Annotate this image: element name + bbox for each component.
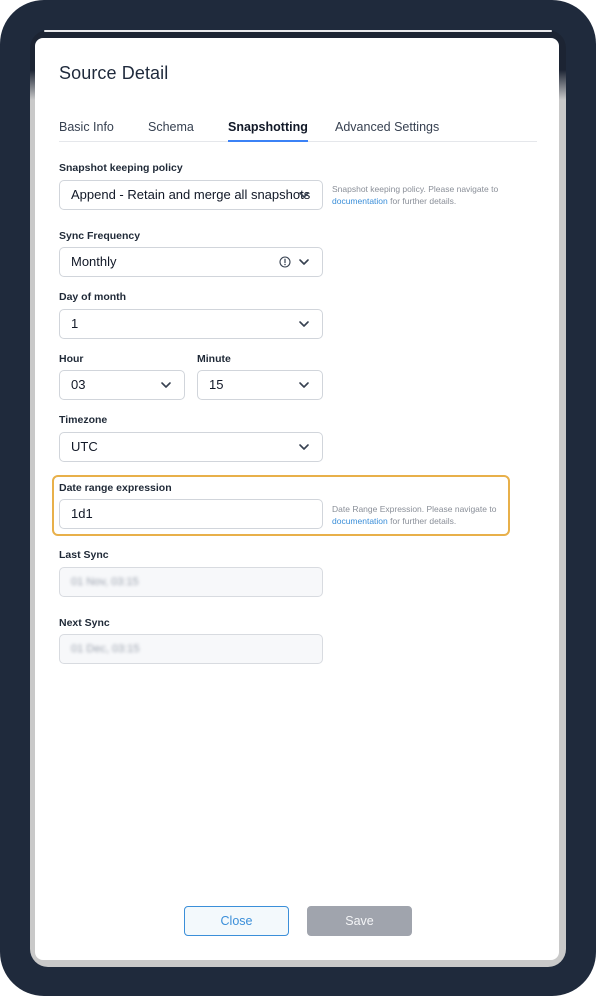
timezone-label: Timezone xyxy=(59,414,108,426)
snapshot-policy-help-suffix: for further details. xyxy=(387,196,457,206)
tab-snapshotting[interactable]: Snapshotting xyxy=(228,120,308,142)
next-sync-value: 01 Dec, 03:15 xyxy=(71,643,140,655)
sync-frequency-select[interactable]: Monthly xyxy=(59,247,323,277)
device-frame: Source Detail Basic Info Schema Snapshot… xyxy=(0,0,596,996)
close-button[interactable]: Close xyxy=(184,906,289,936)
backdrop-edge xyxy=(44,30,552,32)
minute-value: 15 xyxy=(209,377,224,392)
date-range-help-text: Date Range Expression. Please navigate t… xyxy=(332,504,497,514)
snapshot-policy-select[interactable]: Append - Retain and merge all snapshots xyxy=(59,180,323,210)
tab-bar: Basic Info Schema Snapshotting Advanced … xyxy=(59,120,537,142)
day-of-month-select[interactable]: 1 xyxy=(59,309,323,339)
tab-schema[interactable]: Schema xyxy=(148,120,194,140)
last-sync-field: 01 Nov, 03:15 xyxy=(59,567,323,597)
chevron-down-icon xyxy=(161,382,171,388)
next-sync-field: 01 Dec, 03:15 xyxy=(59,634,323,664)
minute-select[interactable]: 15 xyxy=(197,370,323,400)
snapshot-policy-help-text: Snapshot keeping policy. Please navigate… xyxy=(332,184,499,194)
chevron-down-icon xyxy=(299,444,309,450)
date-range-doc-link[interactable]: documentation xyxy=(332,516,388,526)
last-sync-label: Last Sync xyxy=(59,549,109,561)
snapshot-policy-help: Snapshot keeping policy. Please navigate… xyxy=(332,183,522,207)
snapshot-policy-value: Append - Retain and merge all snapshots xyxy=(71,187,311,202)
next-sync-label: Next Sync xyxy=(59,617,110,629)
sync-frequency-value: Monthly xyxy=(71,254,117,269)
chevron-down-icon xyxy=(299,259,309,265)
sync-frequency-label: Sync Frequency xyxy=(59,230,141,242)
modal-title: Source Detail xyxy=(59,63,169,83)
hour-select[interactable]: 03 xyxy=(59,370,185,400)
snapshot-policy-doc-link[interactable]: documentation xyxy=(332,196,388,206)
date-range-input[interactable]: 1d1 xyxy=(59,499,323,529)
chevron-down-icon xyxy=(299,321,309,327)
date-range-value: 1d1 xyxy=(71,506,93,521)
day-of-month-label: Day of month xyxy=(59,291,127,303)
last-sync-value: 01 Nov, 03:15 xyxy=(71,576,139,588)
timezone-value: UTC xyxy=(71,439,98,454)
chevron-down-icon xyxy=(299,382,309,388)
info-circle-icon[interactable] xyxy=(279,256,291,268)
day-of-month-value: 1 xyxy=(71,316,79,331)
chevron-down-icon xyxy=(299,192,309,198)
save-button[interactable]: Save xyxy=(307,906,412,936)
source-detail-modal: Source Detail Basic Info Schema Snapshot… xyxy=(35,38,559,960)
tab-basic-info[interactable]: Basic Info xyxy=(59,120,114,140)
date-range-help-suffix: for further details. xyxy=(387,516,457,526)
date-range-help: Date Range Expression. Please navigate t… xyxy=(332,503,522,527)
minute-label: Minute xyxy=(197,353,231,365)
snapshot-policy-label: Snapshot keeping policy xyxy=(59,162,183,174)
hour-value: 03 xyxy=(71,377,86,392)
tab-advanced-settings[interactable]: Advanced Settings xyxy=(335,120,439,140)
date-range-label: Date range expression xyxy=(59,482,172,494)
timezone-select[interactable]: UTC xyxy=(59,432,323,462)
hour-label: Hour xyxy=(59,353,84,365)
